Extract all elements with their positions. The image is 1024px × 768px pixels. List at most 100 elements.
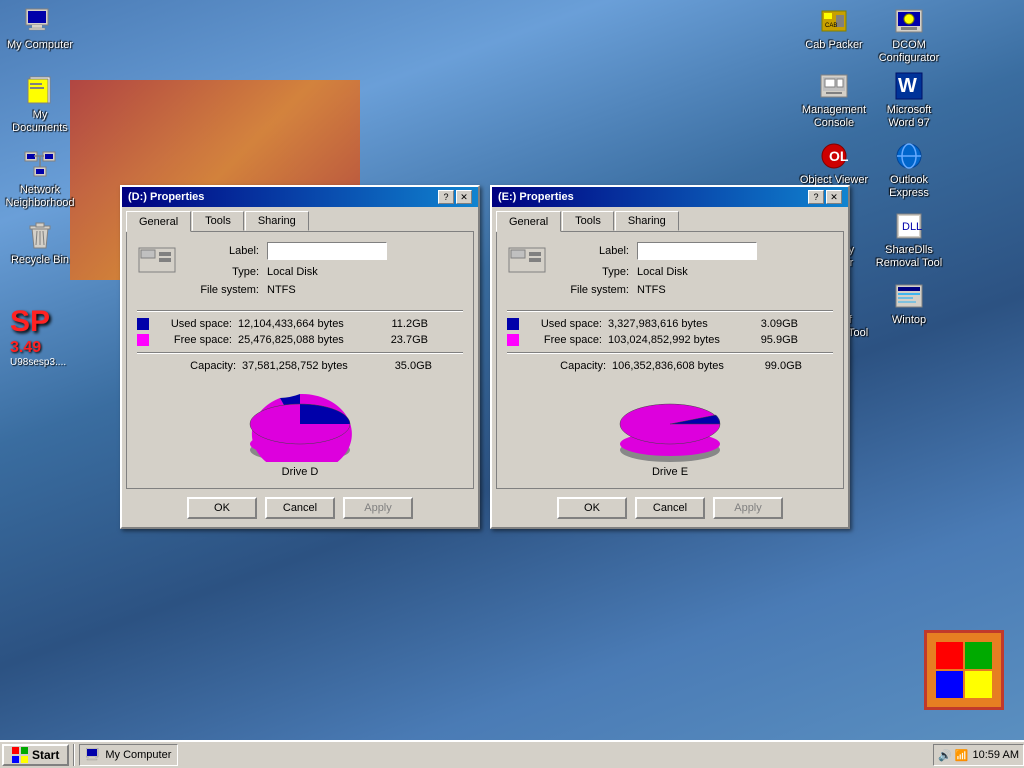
free-space-size-e: 95.9GB [748,334,798,346]
svg-text:CAB: CAB [825,23,837,29]
desktop-icon-label: Outlook Express [874,174,944,200]
free-space-row-e: Free space: 103,024,852,992 bytes 95.9GB [507,334,833,346]
filesystem-label: File system: [187,284,267,296]
system-tray: 🔊 📶 10:59 AM [933,744,1024,766]
tab-general-e[interactable]: General [496,211,561,232]
cancel-button-d[interactable]: Cancel [265,497,335,519]
desktop-icon-sharedlls[interactable]: DLL ShareDlls Removal Tool [874,210,944,270]
desktop-icon-label: Cab Packer [799,39,869,52]
free-color-dot-e [507,334,519,346]
start-button[interactable]: Start [2,744,69,766]
desktop-icon-label: Management Console [799,104,869,130]
titlebar-buttons-e: ? ✕ [808,190,842,204]
ok-button-e[interactable]: OK [557,497,627,519]
pie-chart-d: Drive D [137,382,463,478]
tab-sharing[interactable]: Sharing [245,211,309,231]
desktop-icon-label: Network Neighborhood [5,184,75,210]
desktop-icon-dcom[interactable]: DCOM Configurator [874,5,944,65]
filesystem-row: File system: NTFS [187,284,463,296]
ok-button-d[interactable]: OK [187,497,257,519]
apply-button-d[interactable]: Apply [343,497,413,519]
desktop-icon-label: My Computer [5,39,75,52]
capacity-bytes: 37,581,258,752 bytes [242,360,382,372]
disk-info-rows: Label: Type: Local Disk File system: NTF… [187,242,463,302]
desktop-icon-cab-packer[interactable]: CAB Cab Packer [799,5,869,52]
dialog-e-titlebar: (E:) Properties ? ✕ [492,187,848,207]
dialog-d-title: (D:) Properties [128,191,204,203]
capacity-bytes-e: 106,352,836,608 bytes [612,360,752,372]
used-space-label: Used space: [153,318,238,330]
used-space-row: Used space: 12,104,433,664 bytes 11.2GB [137,318,463,330]
taskbar-item-label: My Computer [105,749,171,761]
label-input[interactable] [267,242,387,260]
desktop-icon-outlook[interactable]: Outlook Express [874,140,944,200]
free-color-dot [137,334,149,346]
help-btn[interactable]: ? [438,190,454,204]
desktop-icon-object-viewer[interactable]: OL Object Viewer [799,140,869,187]
dialog-e-content: Label: Type: Local Disk File system: NTF… [496,231,844,489]
taskbar-divider [73,744,75,766]
cancel-button-e[interactable]: Cancel [635,497,705,519]
svg-text:DLL: DLL [902,221,922,233]
used-space-bytes-e: 3,327,983,616 bytes [608,318,748,330]
desktop-icon-my-documents[interactable]: My Documents [5,75,75,135]
pie-chart-e: Drive E [507,382,833,478]
dialog-e-buttons: OK Cancel Apply [492,489,848,527]
titlebar-buttons: ? ✕ [438,190,472,204]
used-space-row-e: Used space: 3,327,983,616 bytes 3.09GB [507,318,833,330]
tab-tools-e[interactable]: Tools [562,211,614,231]
start-label: Start [32,748,59,762]
free-space-size: 23.7GB [378,334,428,346]
disk-info-rows-e: Label: Type: Local Disk File system: NTF… [557,242,833,302]
disk-icon-e [507,242,547,281]
dialog-d-properties: (D:) Properties ? ✕ General Tools Sharin… [120,185,480,529]
desktop-icon-word[interactable]: W Microsoft Word 97 [874,70,944,130]
disk-info-section: Label: Type: Local Disk File system: NTF… [137,242,463,302]
windows-logo [924,630,1004,710]
desktop-icon-my-computer[interactable]: My Computer [5,5,75,52]
capacity-row: Capacity: 37,581,258,752 bytes 35.0GB [137,360,463,372]
system-time: 10:59 AM [973,749,1019,761]
taskbar-my-computer[interactable]: My Computer [79,744,178,766]
desktop-icon-label: DCOM Configurator [874,39,944,65]
label-input-e[interactable] [637,242,757,260]
desktop: My Computer My Documents [0,0,1024,740]
help-btn-e[interactable]: ? [808,190,824,204]
label-text-e: Label: [557,245,637,257]
drive-e-label: Drive E [507,466,833,478]
label-text: Label: [187,245,267,257]
used-space-label-e: Used space: [523,318,608,330]
filesystem-row-e: File system: NTFS [557,284,833,296]
apply-button-e[interactable]: Apply [713,497,783,519]
desktop-icon-wintop[interactable]: Wintop [874,280,944,327]
tab-sharing-e[interactable]: Sharing [615,211,679,231]
tab-tools[interactable]: Tools [192,211,244,231]
label-row-e: Label: [557,242,833,260]
free-space-label-e: Free space: [523,334,608,346]
filesystem-value-e: NTFS [637,284,666,296]
capacity-label: Capacity: [157,360,242,372]
label-row: Label: [187,242,463,260]
free-space-bytes: 25,476,825,088 bytes [238,334,378,346]
desktop-icon-mgmt-console[interactable]: Management Console [799,70,869,130]
desktop-icon-network[interactable]: Network Neighborhood [5,150,75,210]
capacity-size-e: 99.0GB [752,360,802,372]
close-btn-e[interactable]: ✕ [826,190,842,204]
desktop-icon-recycle-bin[interactable]: Recycle Bin [5,220,75,267]
free-space-label: Free space: [153,334,238,346]
dialog-d-content: Label: Type: Local Disk File system: NTF… [126,231,474,489]
filesystem-value: NTFS [267,284,296,296]
drive-d-label: Drive D [137,466,463,478]
dialog-e-properties: (E:) Properties ? ✕ General Tools Sharin… [490,185,850,529]
disk-info-section-e: Label: Type: Local Disk File system: NTF… [507,242,833,302]
svg-text:W: W [898,75,917,97]
type-value-e: Local Disk [637,266,688,278]
used-color-dot [137,318,149,330]
filesystem-label-e: File system: [557,284,637,296]
divider-e-2 [507,352,833,354]
tab-general[interactable]: General [126,211,191,232]
divider-1 [137,310,463,312]
taskbar: Start My Computer 🔊 📶 10:59 AM [0,740,1024,768]
svg-text:OL: OL [829,148,849,164]
close-btn[interactable]: ✕ [456,190,472,204]
